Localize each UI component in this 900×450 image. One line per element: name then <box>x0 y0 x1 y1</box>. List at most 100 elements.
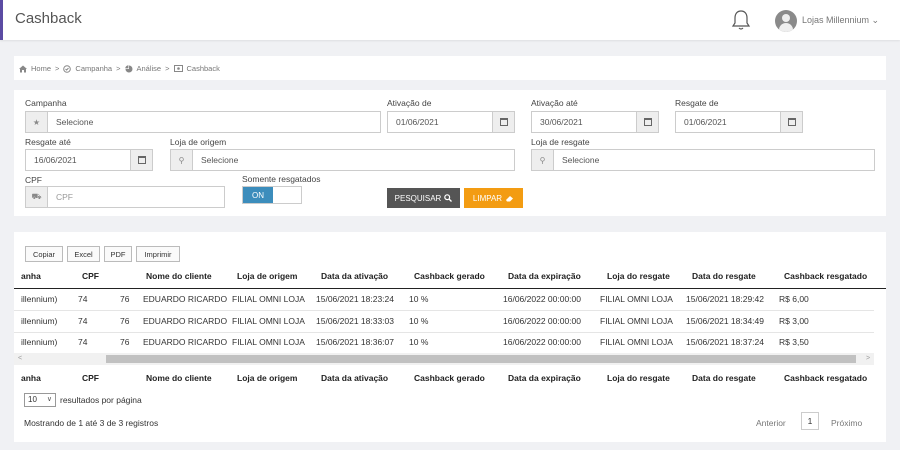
table-footer-header: anha CPF Nome do cliente Loja de origem … <box>14 368 886 389</box>
cell-data-resgate: 15/06/2021 18:34:49 <box>686 316 764 326</box>
resgate-de-field[interactable]: 01/06/2021 <box>675 111 803 133</box>
col-data-expiracao[interactable]: Data da expiração <box>508 266 581 287</box>
ativacao-de-label: Ativação de <box>387 98 432 108</box>
user-menu[interactable]: Lojas Millennium ⌄ <box>802 15 879 26</box>
cell-cashback-gerado: 10 % <box>409 316 429 326</box>
star-icon: ★ <box>26 112 48 132</box>
table-row[interactable]: illennium) 74 76 EDUARDO RICARDO FILIAL … <box>14 332 886 353</box>
resgate-ate-field[interactable]: 16/06/2021 <box>25 149 153 171</box>
ativacao-ate-label: Ativação até <box>531 98 578 108</box>
col-cashback-gerado[interactable]: Cashback gerado <box>414 266 485 287</box>
pdf-button[interactable]: PDF <box>104 246 132 262</box>
cell-loja-origem: FILIAL OMNI LOJA <box>232 337 305 347</box>
loja-resgate-select[interactable]: ⚲ Selecione <box>531 149 875 171</box>
col-cpf[interactable]: CPF <box>82 266 99 287</box>
toggle-on-label: ON <box>243 187 273 203</box>
campanha-select[interactable]: ★ Selecione <box>25 111 381 133</box>
user-name: Lojas Millennium <box>802 15 870 25</box>
page-size-value: 10 <box>28 395 37 404</box>
col-data-expiracao: Data da expiração <box>508 373 581 383</box>
breadcrumb: Home > Campanha > Análise > Cashback <box>19 64 220 73</box>
resgate-de-label: Resgate de <box>675 98 719 108</box>
home-icon <box>19 65 27 72</box>
results-card: Copiar Excel PDF Imprimir anha CPF Nome … <box>14 232 886 442</box>
ativacao-de-field[interactable]: 01/06/2021 <box>387 111 515 133</box>
loja-resgate-value: Selecione <box>562 155 600 165</box>
cell-nome-cliente: EDUARDO RICARDO <box>143 294 228 304</box>
clear-button[interactable]: LIMPAR <box>464 188 523 208</box>
chevron-down-icon: ⌄ <box>871 15 880 25</box>
col-loja-resgate[interactable]: Loja do resgate <box>607 266 670 287</box>
loja-origem-select[interactable]: ⚲ Selecione <box>170 149 515 171</box>
col-data-resgate[interactable]: Data do resgate <box>692 266 756 287</box>
col-nome-cliente[interactable]: Nome do cliente <box>146 266 212 287</box>
cell-cashback-resgatado: R$ 6,00 <box>779 294 809 304</box>
campanha-label: Campanha <box>25 98 67 108</box>
cell-cpf-suffix: 76 <box>120 337 130 347</box>
breadcrumb-analise[interactable]: Análise <box>137 64 162 73</box>
table-row[interactable]: illennium) 74 76 EDUARDO RICARDO FILIAL … <box>14 311 886 332</box>
breadcrumb-cashback: Cashback <box>186 64 220 73</box>
page-size-select[interactable]: 10 ∨ <box>24 393 56 407</box>
copy-button[interactable]: Copiar <box>25 246 63 262</box>
cell-cashback-resgatado: R$ 3,00 <box>779 316 809 326</box>
cart-icon: ⛟ <box>26 187 48 207</box>
scroll-left-icon[interactable]: < <box>14 353 26 365</box>
scroll-right-icon[interactable]: > <box>862 353 874 365</box>
cell-cashback-gerado: 10 % <box>409 294 429 304</box>
resgate-ate-value: 16/06/2021 <box>34 155 77 165</box>
cell-loja-origem: FILIAL OMNI LOJA <box>232 294 305 304</box>
search-icon <box>444 194 453 202</box>
excel-button[interactable]: Excel <box>67 246 100 262</box>
cell-cpf: 74 <box>78 337 88 347</box>
cell-campanha: illennium) <box>21 316 58 326</box>
col-nome-cliente: Nome do cliente <box>146 373 212 383</box>
calendar-icon[interactable] <box>130 150 152 170</box>
calendar-icon[interactable] <box>636 112 658 132</box>
map-marker-icon: ⚲ <box>532 150 554 170</box>
breadcrumb-campanha[interactable]: Campanha <box>75 64 112 73</box>
next-page-button[interactable]: Próximo <box>831 418 862 428</box>
notification-bell-icon[interactable] <box>731 9 751 31</box>
table-row[interactable]: illennium) 74 76 EDUARDO RICARDO FILIAL … <box>14 289 886 310</box>
cell-nome-cliente: EDUARDO RICARDO <box>143 337 228 347</box>
cell-data-ativacao: 15/06/2021 18:23:24 <box>316 294 394 304</box>
calendar-icon[interactable] <box>780 112 802 132</box>
col-loja-origem[interactable]: Loja de origem <box>237 266 297 287</box>
ativacao-de-value: 01/06/2021 <box>396 117 439 127</box>
chevron-down-icon: ∨ <box>46 396 52 403</box>
cell-data-resgate: 15/06/2021 18:37:24 <box>686 337 764 347</box>
page-1-button[interactable]: 1 <box>801 412 819 430</box>
cell-loja-resgate: FILIAL OMNI LOJA <box>600 337 673 347</box>
cell-data-ativacao: 15/06/2021 18:36:07 <box>316 337 394 347</box>
col-data-ativacao[interactable]: Data da ativação <box>321 266 388 287</box>
table-info: Mostrando de 1 até 3 de 3 registros <box>24 418 159 428</box>
search-button[interactable]: PESQUISAR <box>387 188 460 208</box>
breadcrumb-card: Home > Campanha > Análise > Cashback <box>14 56 886 80</box>
cashback-icon <box>173 65 183 72</box>
cpf-field[interactable]: ⛟ CPF <box>25 186 225 208</box>
col-campanha[interactable]: anha <box>21 266 41 287</box>
col-cashback-resgatado[interactable]: Cashback resgatado <box>784 266 867 287</box>
horizontal-scrollbar[interactable]: < > <box>14 353 874 365</box>
print-button[interactable]: Imprimir <box>136 246 180 262</box>
page-size-label: resultados por página <box>60 395 142 405</box>
previous-page-button[interactable]: Anterior <box>756 418 786 428</box>
col-loja-resgate: Loja do resgate <box>607 373 670 383</box>
avatar[interactable] <box>775 10 797 32</box>
calendar-icon[interactable] <box>492 112 514 132</box>
ativacao-ate-field[interactable]: 30/06/2021 <box>531 111 659 133</box>
campanha-select-value: Selecione <box>56 117 94 127</box>
cell-data-expiracao: 16/06/2022 00:00:00 <box>503 316 581 326</box>
scrollbar-thumb[interactable] <box>106 355 856 363</box>
map-marker-icon: ⚲ <box>171 150 193 170</box>
cell-cashback-resgatado: R$ 3,50 <box>779 337 809 347</box>
somente-resgatados-toggle[interactable]: ON <box>242 186 302 204</box>
resgate-ate-label: Resgate até <box>25 137 71 147</box>
pie-chart-icon <box>124 64 132 72</box>
col-cashback-resgatado: Cashback resgatado <box>784 373 868 383</box>
col-campanha: anha <box>21 373 41 383</box>
cpf-label: CPF <box>25 175 42 185</box>
col-cpf: CPF <box>82 373 99 383</box>
breadcrumb-home[interactable]: Home <box>31 64 51 73</box>
